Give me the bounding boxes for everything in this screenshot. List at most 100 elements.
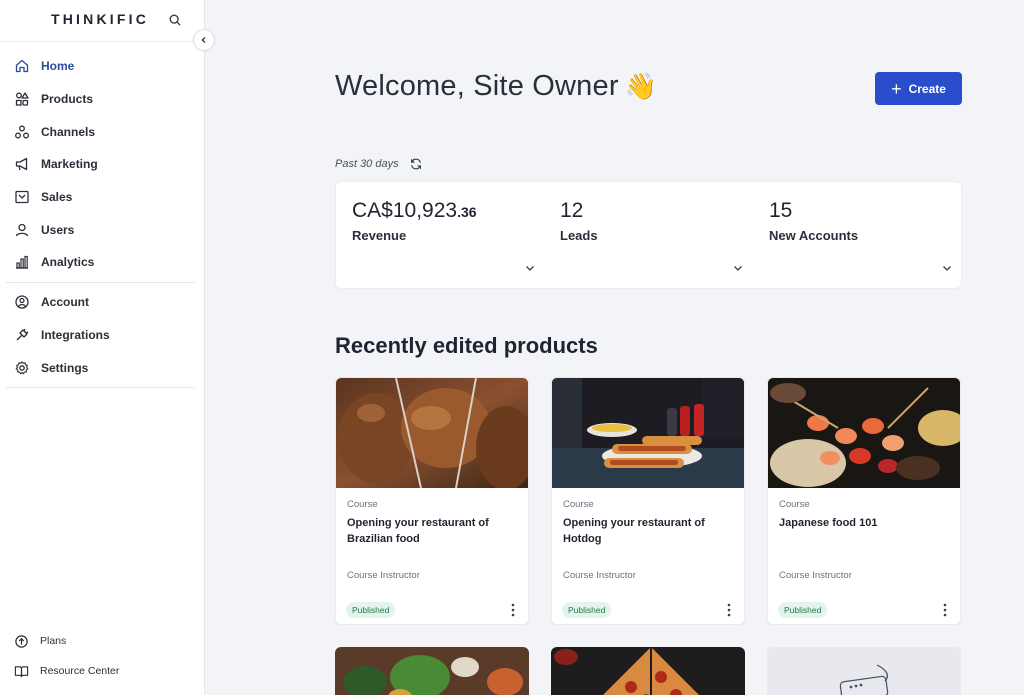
sidebar-item-marketing[interactable]: Marketing	[0, 148, 205, 181]
brand-logo[interactable]: THINKIFIC	[51, 11, 149, 27]
channels-icon	[15, 125, 29, 139]
sidebar-item-label: Analytics	[41, 255, 95, 270]
stat-value-main: 15	[769, 199, 793, 222]
stat-value-main: CA$10,923	[352, 199, 458, 222]
user-icon	[15, 223, 29, 237]
stat-label: New Accounts	[769, 228, 859, 243]
product-thumbnail	[768, 378, 960, 488]
product-title[interactable]: Opening your restaurant of Brazilian foo…	[347, 515, 519, 547]
product-instructor: Course Instructor	[779, 570, 852, 581]
refresh-icon[interactable]	[409, 157, 423, 171]
chevron-left-icon	[201, 37, 206, 43]
date-range-filter[interactable]: Past 30 days	[335, 157, 423, 171]
stat-value: 15	[769, 199, 792, 223]
megaphone-icon	[15, 158, 28, 171]
sidebar-item-label: Products	[41, 92, 94, 107]
product-card[interactable]	[551, 647, 745, 695]
product-type: Course	[779, 499, 810, 510]
book-icon	[14, 665, 29, 677]
placeholder-illustration-icon	[839, 664, 889, 695]
welcome-text: Welcome, Site Owner	[335, 70, 619, 102]
sidebar-item-label: Settings	[41, 360, 89, 375]
arrow-up-circle-icon	[15, 634, 28, 648]
product-instructor: Course Instructor	[347, 570, 420, 581]
sidebar-item-label: Integrations	[41, 327, 110, 342]
divider	[0, 41, 205, 42]
sidebar-item-resource-center[interactable]: Resource Center	[0, 656, 205, 686]
product-card[interactable]: Course Opening your restaurant of Hotdog…	[551, 377, 745, 625]
sidebar-item-products[interactable]: Products	[0, 83, 205, 116]
more-options-icon[interactable]	[727, 603, 731, 617]
chevron-down-icon[interactable]	[732, 262, 744, 274]
product-card-placeholder[interactable]	[767, 647, 961, 695]
bar-chart-icon	[16, 256, 28, 270]
sidebar-item-label: Resource Center	[40, 665, 120, 677]
plus-icon: +	[891, 78, 902, 99]
sidebar-item-label: Home	[41, 59, 75, 74]
stat-value: 12	[560, 199, 583, 223]
more-options-icon[interactable]	[511, 603, 515, 617]
sidebar-item-channels[interactable]: Channels	[0, 115, 205, 148]
sidebar-item-analytics[interactable]: Analytics	[0, 246, 205, 279]
stat-new-accounts[interactable]: 15 New Accounts	[753, 182, 953, 290]
sidebar-item-label: Channels	[41, 124, 96, 139]
stat-leads[interactable]: 12 Leads	[544, 182, 744, 290]
sidebar-item-label: Marketing	[41, 157, 98, 172]
products-icon	[15, 92, 29, 106]
product-type: Course	[347, 499, 378, 510]
sidebar-item-label: Users	[41, 222, 75, 237]
stat-value-cents: .36	[457, 204, 477, 220]
page-title: Welcome, Site Owner 👋	[335, 70, 657, 103]
divider	[6, 386, 195, 388]
stat-label: Leads	[560, 228, 598, 243]
sidebar-item-plans[interactable]: Plans	[0, 626, 205, 656]
product-thumbnail	[552, 378, 744, 488]
stat-value: CA$10,923.36	[352, 199, 477, 223]
product-card[interactable]	[335, 647, 529, 695]
plug-icon	[16, 328, 29, 341]
bottom-nav: Plans Resource Center	[0, 626, 205, 686]
gear-icon	[15, 360, 29, 374]
create-button-label: Create	[908, 81, 946, 96]
status-badge: Published	[778, 602, 828, 618]
more-options-icon[interactable]	[943, 603, 947, 617]
collapse-sidebar-button[interactable]	[193, 29, 215, 51]
sidebar-item-settings[interactable]: Settings	[0, 351, 205, 384]
sidebar-item-label: Sales	[41, 190, 73, 205]
product-instructor: Course Instructor	[563, 570, 636, 581]
primary-nav: Home Products Channels Marketing Sales U…	[0, 50, 205, 391]
stats-panel: CA$10,923.36 Revenue 12 Leads 15 New Acc…	[335, 181, 962, 289]
divider	[6, 281, 195, 283]
sidebar-item-users[interactable]: Users	[0, 213, 205, 246]
product-card[interactable]: Course Opening your restaurant of Brazil…	[335, 377, 529, 625]
sidebar: THINKIFIC Home Products Channels Marketi…	[0, 0, 205, 695]
status-badge: Published	[562, 602, 612, 618]
wave-emoji: 👋	[624, 71, 658, 101]
account-circle-icon	[15, 295, 29, 309]
create-button[interactable]: + Create	[875, 72, 962, 105]
sidebar-item-home[interactable]: Home	[0, 50, 205, 83]
product-thumbnail	[336, 378, 528, 488]
product-thumbnail	[551, 647, 745, 695]
home-icon	[15, 60, 29, 73]
product-card[interactable]: Course Japanese food 101 Course Instruct…	[767, 377, 961, 625]
product-title[interactable]: Japanese food 101	[779, 515, 951, 531]
stat-label: Revenue	[352, 228, 407, 243]
stat-value-main: 12	[560, 199, 584, 222]
product-thumbnail	[335, 647, 529, 695]
status-badge: Published	[346, 602, 396, 618]
chevron-down-icon[interactable]	[524, 262, 536, 274]
sidebar-item-integrations[interactable]: Integrations	[0, 319, 205, 352]
date-range-label: Past 30 days	[335, 158, 399, 170]
chevron-down-icon[interactable]	[941, 262, 953, 274]
stat-revenue[interactable]: CA$10,923.36 Revenue	[336, 182, 536, 290]
sidebar-item-sales[interactable]: Sales	[0, 181, 205, 214]
sidebar-item-account[interactable]: Account	[0, 286, 205, 319]
search-icon[interactable]	[168, 13, 182, 27]
sales-icon	[15, 190, 29, 204]
product-type: Course	[563, 499, 594, 510]
product-title[interactable]: Opening your restaurant of Hotdog	[563, 515, 735, 547]
section-title: Recently edited products	[335, 333, 598, 358]
sidebar-item-label: Plans	[40, 635, 67, 647]
sidebar-item-label: Account	[41, 295, 89, 310]
